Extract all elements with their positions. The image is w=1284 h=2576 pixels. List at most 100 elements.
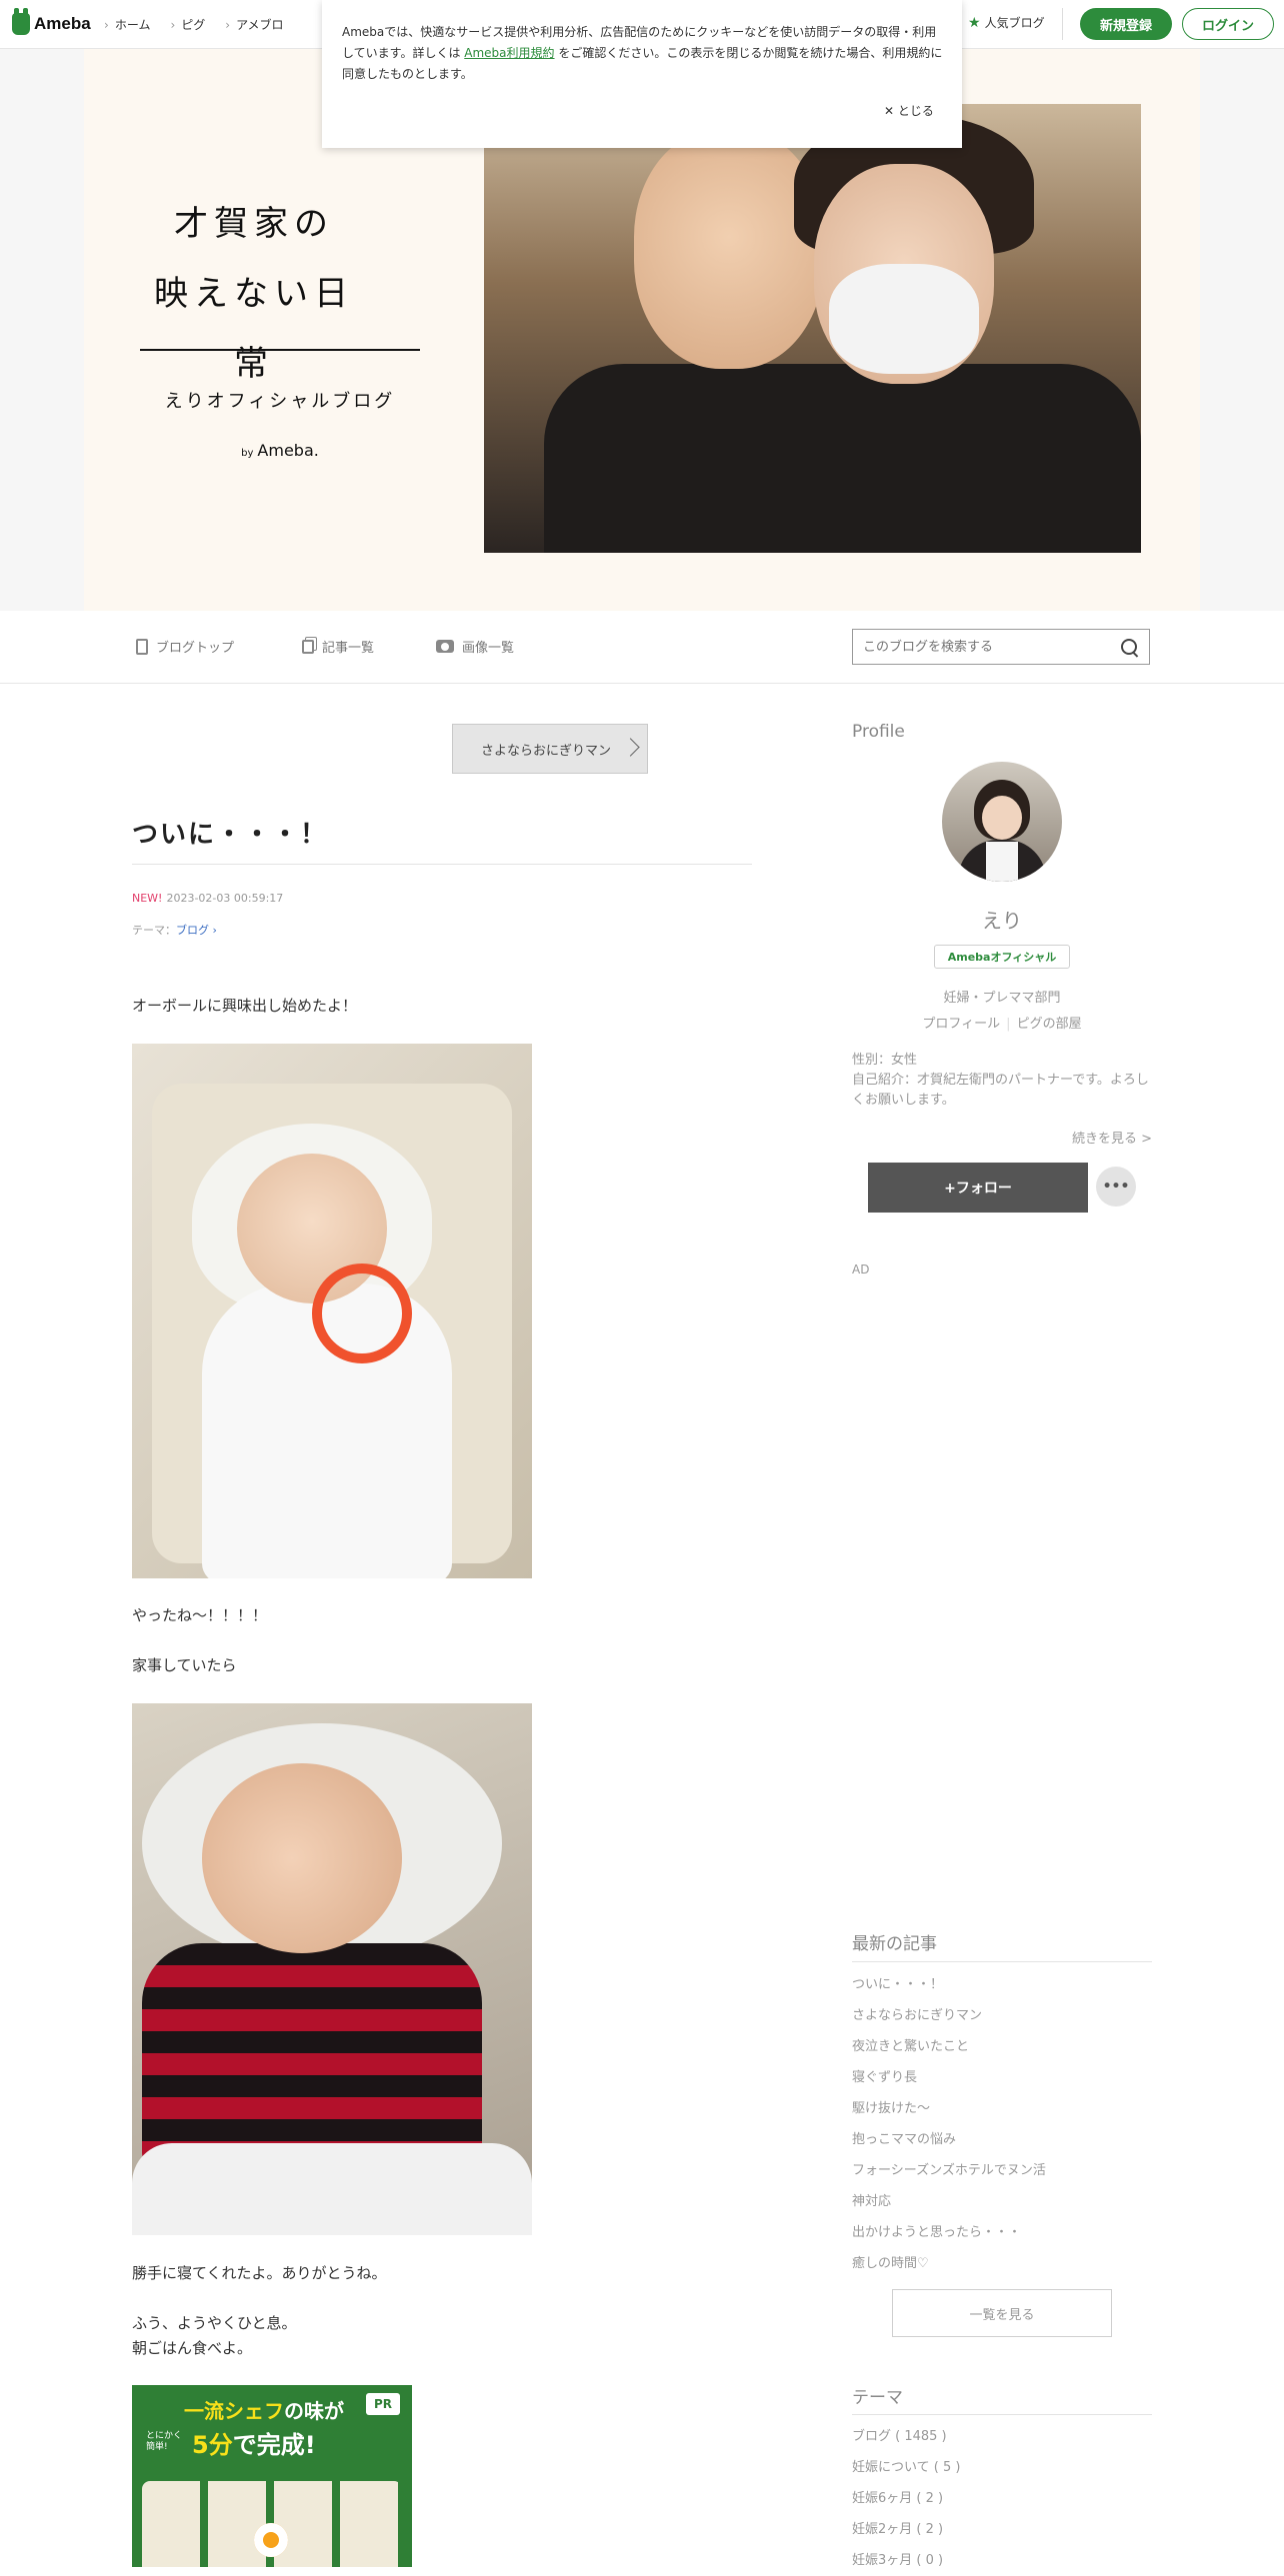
photo-baby-face	[202, 1763, 402, 1953]
more-options-icon[interactable]: •••	[1096, 1167, 1136, 1207]
prev-entry-label: さよならおにぎりマン	[481, 743, 612, 759]
ad-egg	[254, 2523, 288, 2557]
ad-subheadline-rest: で完成!	[232, 2431, 316, 2459]
article-theme: テーマ：ブログ ›	[132, 922, 217, 938]
new-badge: NEW!	[132, 892, 163, 905]
image-list-link[interactable]: 画像一覧	[436, 637, 514, 656]
photo-blanket	[132, 2143, 532, 2235]
article-paragraph: 朝ごはん食べよ。	[132, 2339, 253, 2357]
follow-button[interactable]: +フォロー	[868, 1163, 1088, 1213]
article-paragraph: やったね〜！！！！	[132, 1606, 268, 1624]
official-badge: Amebaオフィシャル	[934, 945, 1070, 969]
nav-ameblo-link[interactable]: アメブロ	[225, 16, 283, 33]
document-icon	[136, 638, 148, 655]
nav-divider	[1062, 8, 1063, 40]
article-photo-baby-ball[interactable]	[132, 1044, 532, 1578]
copy-icon	[302, 639, 314, 654]
blog-subtitle: えりオフィシャルブログ	[164, 391, 396, 412]
theme-prefix: テーマ：	[132, 924, 176, 937]
popular-blogs-label: 人気ブログ	[984, 16, 1045, 30]
article-paragraph: ふう、ようやくひと息。	[132, 2314, 297, 2332]
header-photo	[484, 104, 1141, 553]
theme-item[interactable]: 妊娠3ヶ月 ( 0 )	[852, 2545, 1152, 2576]
profile-links: プロフィール | ピグの部屋	[852, 1013, 1152, 1032]
theme-heading: テーマ	[852, 2388, 903, 2408]
ad-headline: 一流シェフの味が	[184, 2395, 344, 2424]
link-separator: |	[1006, 1017, 1011, 1032]
profile-heading: Profile	[852, 722, 905, 742]
blog-top-label: ブログトップ	[156, 641, 235, 656]
photo-man-face	[634, 129, 824, 369]
ameba-logo[interactable]: Ameba	[12, 8, 91, 36]
ad-headline-rest: の味が	[284, 2399, 344, 2423]
profile-category[interactable]: 妊婦・プレママ部門	[852, 987, 1152, 1006]
star-icon: ★	[968, 14, 981, 31]
theme-link[interactable]: ブログ ›	[176, 924, 217, 937]
by-label: by	[241, 448, 254, 459]
entry-list-link[interactable]: 記事一覧	[302, 637, 374, 656]
photo-coats	[544, 364, 1141, 553]
blog-nav: ブログトップ 記事一覧 画像一覧	[0, 611, 1284, 684]
nav-pigg-link[interactable]: ピグ	[170, 16, 205, 33]
popular-blogs-link[interactable]: ★ 人気ブログ	[968, 14, 1045, 31]
search-input[interactable]	[853, 630, 1113, 664]
ad-headline-highlight: 一流シェフ	[184, 2399, 284, 2423]
theme-item[interactable]: 妊娠について ( 5 )	[852, 2452, 1152, 2483]
profile-name[interactable]: えり	[852, 905, 1152, 934]
theme-item[interactable]: 妊娠2ヶ月 ( 2 )	[852, 2514, 1152, 2545]
recent-item[interactable]: ついに・・・！	[852, 1969, 1152, 2000]
nav-home-link[interactable]: ホーム	[104, 16, 151, 33]
cookie-close-button[interactable]: ✕ とじる	[884, 102, 934, 119]
recent-item[interactable]: さよならおにぎりマン	[852, 2000, 1152, 2031]
login-button[interactable]: ログイン	[1182, 8, 1274, 40]
view-all-button[interactable]: 一覧を見る	[892, 2289, 1112, 2337]
article-date: 2023-02-03 00:59:17	[166, 892, 284, 905]
recent-item[interactable]: 出かけようと思ったら・・・	[852, 2217, 1152, 2248]
recent-item[interactable]: 抱っこママの悩み	[852, 2124, 1152, 2155]
read-more-link[interactable]: 続きを見る >	[852, 1128, 1152, 1147]
theme-divider	[852, 2414, 1152, 2415]
register-button[interactable]: 新規登録	[1080, 8, 1172, 40]
cookie-notice: Amebaでは、快適なサービス提供や利用分析、広告配信のためにクッキーなどを使い…	[322, 0, 962, 148]
article-paragraph: 家事していたら	[132, 1656, 237, 1674]
recent-item[interactable]: 夜泣きと驚いたこと	[852, 2031, 1152, 2062]
recent-item[interactable]: 駆け抜けた〜	[852, 2093, 1152, 2124]
terms-link[interactable]: Ameba利用規約	[464, 46, 554, 60]
avatar[interactable]	[942, 762, 1062, 882]
pr-badge: PR	[366, 2393, 400, 2415]
theme-item[interactable]: 妊娠6ヶ月 ( 2 )	[852, 2483, 1152, 2514]
ad-tagline: とにかく簡単!	[146, 2431, 183, 2452]
blog-title-line1: 才賀家の	[174, 204, 334, 244]
ad-subheadline-highlight: 5分	[192, 2431, 233, 2459]
profile-intro: 自己紹介：才賀紀左衛門のパートナーです。よろしくお願いします。	[852, 1073, 1149, 1108]
recent-item[interactable]: 神対応	[852, 2186, 1152, 2217]
article-meta: NEW! 2023-02-03 00:59:17	[132, 892, 283, 905]
by-brand: Ameba.	[257, 441, 319, 460]
theme-item[interactable]: ブログ ( 1485 )	[852, 2421, 1152, 2452]
blog-title-line2: 映えない日常	[154, 274, 354, 384]
recent-item[interactable]: 寝ぐずり長	[852, 2062, 1152, 2093]
article-photo-baby-sleeping[interactable]	[132, 1703, 532, 2235]
chevron-right-icon	[621, 738, 640, 757]
recent-heading: 最新の記事	[852, 1934, 937, 1954]
article-title[interactable]: ついに・・・！	[132, 814, 328, 851]
ad-banner[interactable]: 一流シェフの味が とにかく簡単! 5分で完成! PR	[132, 2385, 412, 2567]
ad-label: AD	[852, 1263, 870, 1277]
article-paragraph: オーボールに興味出し始めたよ！	[132, 997, 358, 1015]
photo-mask	[829, 264, 979, 374]
ad-subheadline: 5分で完成!	[192, 2425, 316, 2460]
profile-gender: 性別：女性	[852, 1053, 918, 1068]
blog-top-link[interactable]: ブログトップ	[136, 637, 234, 656]
recent-item[interactable]: フォーシーズンズホテルでヌン活	[852, 2155, 1152, 2186]
recent-divider	[852, 1961, 1152, 1962]
prev-entry-button[interactable]: さよならおにぎりマン	[452, 724, 648, 774]
photo-plaid-shirt	[142, 1943, 482, 2163]
image-list-label: 画像一覧	[462, 641, 515, 656]
blog-title: 才賀家の 映えない日常	[144, 189, 364, 399]
recent-list: ついに・・・！ さよならおにぎりマン 夜泣きと驚いたこと 寝ぐずり長 駆け抜けた…	[852, 1969, 1152, 2279]
profile-link[interactable]: プロフィール	[922, 1017, 1000, 1032]
recent-item[interactable]: 癒しの時間♡	[852, 2248, 1152, 2279]
pigg-room-link[interactable]: ピグの部屋	[1017, 1017, 1082, 1032]
avatar-shirt	[986, 842, 1018, 882]
search-icon[interactable]	[1121, 639, 1137, 655]
